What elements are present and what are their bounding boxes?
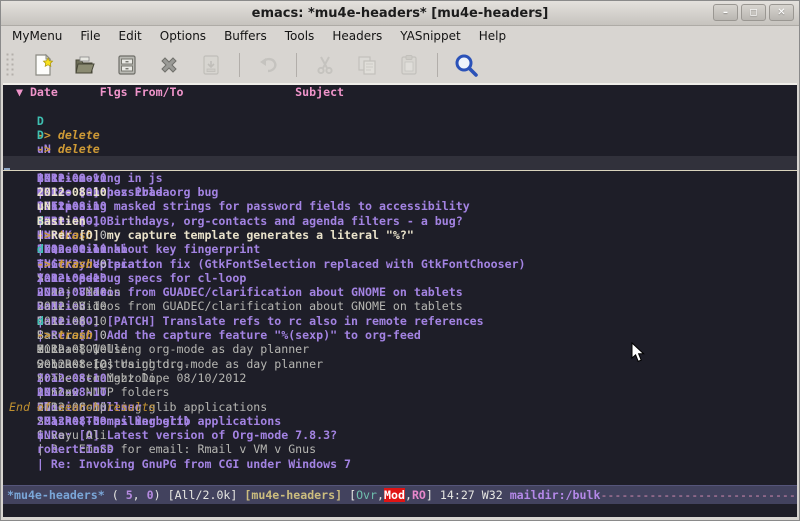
close-button[interactable]: ✕ [769,4,794,21]
modeline-segment-plain: 14:27 W32 [440,488,510,502]
end-of-search-results: End of search results [3,400,797,414]
row-from: Bastien [37,214,198,228]
open-file-button[interactable] [67,50,103,80]
row-date: 2012-08-10 [37,185,114,199]
header-row[interactable]: D -> delete uN Andreas Röhler | Re: movi… [3,99,797,113]
search-icon [453,52,479,78]
toolbar-separator [296,53,297,77]
open-folder-icon [73,53,97,77]
modeline-segment-dir: maildir:/bulk [510,488,601,502]
row-subject: | Re: Invoking GnuPG from CGI under Wind… [37,457,351,471]
menu-item-tools[interactable]: Tools [276,27,324,45]
header-row[interactable]: 2012-08-10 uN Bastien | Re: [O] my captu… [3,156,797,170]
new-file-icon [31,53,55,77]
header-row[interactable]: D -> delete uaN Bastien | Re: [O] possib… [3,114,797,128]
menu-item-edit[interactable]: Edit [110,27,151,45]
modeline-segment-plain: , [133,488,147,502]
row-mark: d [37,314,51,328]
header-row[interactable]: 2012-08-10 uN Mario Sanchez Prada | Expo… [3,128,797,142]
row-flags: uN [37,199,72,213]
save-as-icon [199,53,223,77]
modeline-segment-dashes: -------------------------------- [600,488,797,502]
headers-buffer[interactable]: ▼ Date Flgs From/To Subject D -> delete … [3,83,797,485]
save-icon [115,53,139,77]
copy-icon [355,53,379,77]
row-mark: d [37,242,51,256]
menubar: MyMenuFileEditOptionsBuffersToolsHeaders… [1,26,799,46]
copy-button[interactable] [349,50,385,80]
titlebar[interactable]: emacs: *mu4e-headers* [mu4e-headers] –◻✕ [1,1,799,26]
menu-item-buffers[interactable]: Buffers [215,27,276,45]
modeline-segment-plain: [ [342,488,356,502]
menu-item-options[interactable]: Options [151,27,215,45]
row-from: robertcInSD [37,442,198,456]
new-file-button[interactable] [25,50,61,80]
modeline-segment-plain: ( [105,488,126,502]
toolbar-separator [437,53,438,77]
modeline-segment-mode: [mu4e-headers] [244,488,342,502]
modeline-segment-plain: , [377,488,384,502]
row-mark: D [37,114,51,128]
modeline-segment-plain: , [405,488,412,502]
row-mark: D [37,128,51,142]
toolbar [1,46,799,83]
maximize-button[interactable]: ◻ [741,4,766,21]
header-row[interactable]: 2012-08-10 uN Bastien | Re: [O] Birthday… [3,142,797,156]
cut-scissors-icon [313,53,337,77]
save-buffer-button[interactable] [109,50,145,80]
row-flags: uN [37,428,72,442]
paste-button[interactable] [391,50,427,80]
window-title: emacs: *mu4e-headers* [mu4e-headers] [252,6,549,21]
modeline-segment-plain: ] [426,488,440,502]
row-date: 2012-08-09 [37,414,114,428]
cut-button[interactable] [307,50,343,80]
toolbar-grip-handle[interactable] [5,52,15,78]
search-button[interactable] [448,50,484,80]
column-header-line: ▼ Date Flgs From/To Subject [3,85,797,99]
menu-item-yasnippet[interactable]: YASnippet [391,27,470,45]
close-buffer-button[interactable] [151,50,187,80]
undo-button[interactable] [250,50,286,80]
modeline-segment-ovr: Ovr [356,488,377,502]
modeline-segment-ro: RO [412,488,426,502]
modeline-segment-num: 0 [147,488,154,502]
modeline-segment-mod: Mod [384,488,405,502]
paste-clipboard-icon [397,53,421,77]
row-subject: | Re: [O] my capture template generates … [37,228,414,242]
modeline-segment-plain: ) [All/2.0k] [154,488,245,502]
toolbar-separator [239,53,240,77]
modeline-segment-buffer: *mu4e-headers* [7,488,105,502]
window-controls: –◻✕ [713,4,794,21]
undo-icon [256,53,280,77]
minimize-button[interactable]: – [713,4,738,21]
headers-list: D -> delete uN Andreas Röhler | Re: movi… [3,99,797,399]
modeline-segment-num: 5 [126,488,133,502]
menu-item-mymenu[interactable]: MyMenu [3,27,71,45]
menu-item-help[interactable]: Help [470,27,515,45]
modeline: *mu4e-headers* ( 5, 0) [All/2.0k] [mu4e-… [3,485,797,504]
save-as-button[interactable] [193,50,229,80]
window-frame-bottom [1,517,799,520]
close-icon [157,53,181,77]
emacs-window: emacs: *mu4e-headers* [mu4e-headers] –◻✕… [0,0,800,521]
menu-item-file[interactable]: File [71,27,109,45]
menu-item-headers[interactable]: Headers [323,27,391,45]
echo-area[interactable] [3,504,797,517]
